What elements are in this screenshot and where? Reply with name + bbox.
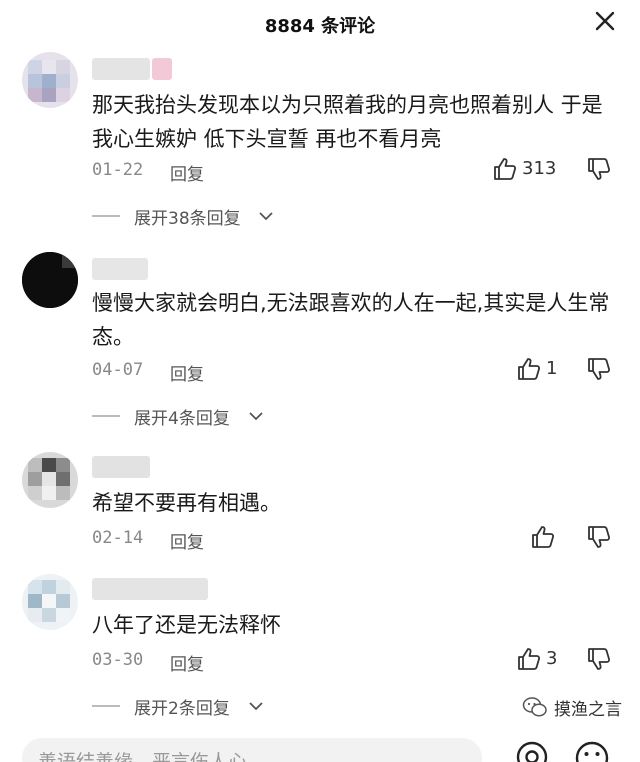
reply-button[interactable]: 回复 bbox=[170, 360, 204, 385]
wechat-icon bbox=[522, 697, 547, 717]
emoji-icon[interactable] bbox=[574, 740, 610, 762]
divider-line bbox=[92, 215, 120, 217]
chevron-down-icon bbox=[249, 412, 263, 421]
like-count: 313 bbox=[522, 158, 557, 179]
expand-replies-button[interactable]: 展开4条回复 bbox=[92, 404, 282, 429]
username-badge-blurred bbox=[152, 58, 172, 80]
expand-replies-label: 展开2条回复 bbox=[134, 699, 230, 719]
divider-line bbox=[92, 415, 120, 417]
divider-line bbox=[92, 705, 120, 707]
thumbs-down-icon[interactable] bbox=[586, 156, 612, 182]
expand-replies-button[interactable]: 展开2条回复 bbox=[92, 694, 282, 719]
close-button[interactable] bbox=[592, 8, 618, 34]
comment-text: 八年了还是无法释怀 bbox=[92, 613, 281, 637]
thumbs-up-icon bbox=[518, 648, 541, 670]
chevron-down-icon bbox=[249, 702, 263, 711]
comment-meta: 04-07 回复 1 bbox=[92, 358, 622, 385]
username-blurred[interactable] bbox=[92, 578, 208, 600]
comment-text: 慢慢大家就会明白,无法跟喜欢的人在一起,其实是人生常态。 bbox=[92, 291, 610, 349]
comment-input-bar: 善语结善缘，恶言伤人心 bbox=[0, 738, 640, 762]
thumbs-down-icon[interactable] bbox=[586, 646, 612, 672]
comment-text: 那天我抬头发现本以为只照着我的月亮也照着别人 于是我心生嫉妒 低下头宣誓 再也不… bbox=[92, 93, 603, 151]
comment-text: 希望不要再有相遇。 bbox=[92, 491, 281, 515]
expand-replies-label: 展开4条回复 bbox=[134, 409, 230, 429]
comments-header: 8884 条评论 bbox=[0, 0, 640, 46]
comment-input[interactable]: 善语结善缘，恶言伤人心 bbox=[22, 738, 482, 762]
chevron-down-icon bbox=[259, 212, 273, 221]
comment-date: 03-30 bbox=[92, 650, 144, 670]
comment-item: 希望不要再有相遇。 02-14 回复 bbox=[0, 452, 640, 553]
comment-count-title: 8884 条评论 bbox=[264, 16, 376, 37]
thumbs-up-icon bbox=[518, 358, 541, 380]
reply-button[interactable]: 回复 bbox=[170, 160, 204, 185]
avatar[interactable] bbox=[22, 52, 78, 108]
comment-input-placeholder: 善语结善缘，恶言伤人心 bbox=[38, 751, 248, 762]
reply-button[interactable]: 回复 bbox=[170, 650, 204, 675]
comment-meta: 02-14 回复 bbox=[92, 526, 622, 553]
comment-meta: 01-22 回复 313 bbox=[92, 158, 622, 185]
thumbs-up-icon bbox=[532, 526, 555, 548]
username-blurred[interactable] bbox=[92, 456, 150, 478]
thumbs-down-icon[interactable] bbox=[586, 524, 612, 550]
watermark-text: 摸渔之言 bbox=[554, 700, 622, 720]
avatar[interactable] bbox=[22, 452, 78, 508]
reply-button[interactable]: 回复 bbox=[170, 528, 204, 553]
thumbs-up-icon bbox=[494, 158, 517, 180]
comment-date: 01-22 bbox=[92, 160, 144, 180]
at-icon[interactable] bbox=[515, 740, 549, 762]
avatar[interactable] bbox=[22, 252, 78, 308]
comment-date: 04-07 bbox=[92, 360, 144, 380]
comment-item: 慢慢大家就会明白,无法跟喜欢的人在一起,其实是人生常态。 04-07 回复 1 … bbox=[0, 252, 640, 432]
close-icon bbox=[595, 11, 615, 31]
like-count: 3 bbox=[546, 648, 558, 669]
comment-item: 那天我抬头发现本以为只照着我的月亮也照着别人 于是我心生嫉妒 低下头宣誓 再也不… bbox=[0, 52, 640, 232]
comment-date: 02-14 bbox=[92, 528, 144, 548]
avatar[interactable] bbox=[22, 574, 78, 630]
expand-replies-button[interactable]: 展开38条回复 bbox=[92, 204, 292, 229]
comment-meta: 03-30 回复 3 bbox=[92, 648, 622, 675]
expand-replies-label: 展开38条回复 bbox=[134, 209, 241, 229]
thumbs-down-icon[interactable] bbox=[586, 356, 612, 382]
like-count: 1 bbox=[546, 358, 558, 379]
username-blurred[interactable] bbox=[92, 58, 150, 80]
username-blurred[interactable] bbox=[92, 258, 148, 280]
